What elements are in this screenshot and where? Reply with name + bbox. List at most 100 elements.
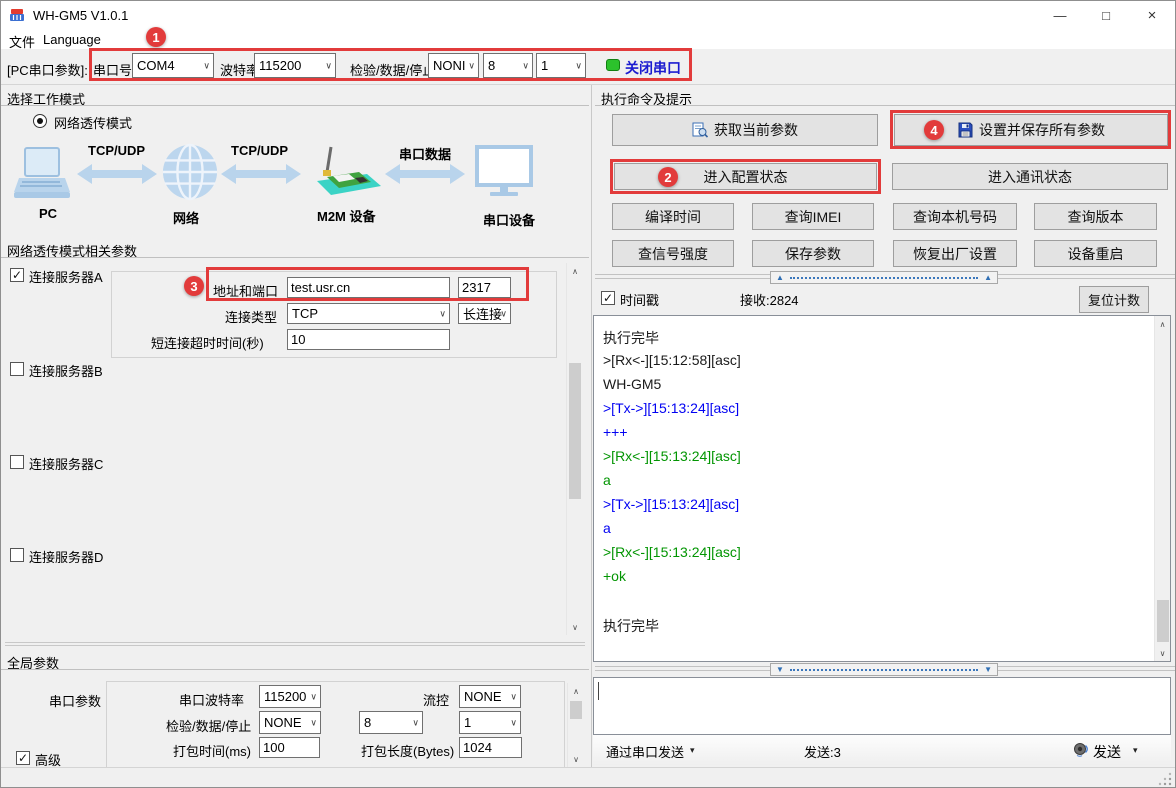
query-imei-button[interactable]: 查询IMEI bbox=[752, 203, 874, 230]
scroll-up-icon[interactable]: ∧ bbox=[568, 683, 584, 699]
send-input[interactable] bbox=[593, 677, 1171, 735]
title-bar: WH-GM5 V1.0.1 — □ × bbox=[1, 1, 1175, 29]
flow-select[interactable]: NONE ∨ bbox=[459, 685, 521, 708]
global-baud-value: 115200 bbox=[264, 689, 306, 704]
server-b-checkbox[interactable] bbox=[10, 362, 24, 376]
port-input[interactable]: 2317 bbox=[458, 277, 511, 298]
log-line: a bbox=[603, 472, 1150, 496]
chevron-down-icon[interactable]: ▾ bbox=[690, 745, 695, 756]
save-params-button[interactable]: 保存参数 bbox=[752, 240, 874, 267]
conn-mode-select[interactable]: 长连接 ∨ bbox=[458, 303, 511, 324]
compile-time-button[interactable]: 编译时间 bbox=[612, 203, 734, 230]
log-line: WH-GM5 bbox=[603, 376, 1150, 400]
log-line: >[Tx->][15:13:24][asc] bbox=[603, 496, 1150, 520]
conn-type-select[interactable]: TCP ∨ bbox=[287, 303, 450, 324]
baud-select[interactable]: 115200 ∨ bbox=[254, 53, 336, 78]
speaker-icon bbox=[1073, 741, 1089, 757]
global-databits-select[interactable]: 8 ∨ bbox=[359, 711, 423, 734]
close-button[interactable]: × bbox=[1129, 1, 1175, 29]
annotation-marker-4: 4 bbox=[924, 120, 944, 140]
set-save-all-label: 设置并保存所有参数 bbox=[979, 120, 1105, 140]
toolbar-group-label: [PC串口参数]: bbox=[7, 60, 88, 79]
log-line: +ok bbox=[603, 568, 1150, 592]
log-line: >[Rx<-][15:13:24][asc] bbox=[603, 448, 1150, 472]
resize-grip[interactable] bbox=[1158, 772, 1172, 786]
server-c-label: 连接服务器C bbox=[29, 454, 103, 473]
doc-search-icon bbox=[692, 122, 708, 138]
pack-len-input[interactable]: 1024 bbox=[459, 737, 522, 758]
stopbits-select[interactable]: 1 ∨ bbox=[536, 53, 586, 78]
global-stopbits-select[interactable]: 1 ∨ bbox=[459, 711, 521, 734]
chevron-down-icon: ∨ bbox=[439, 308, 446, 319]
node-label: PC bbox=[39, 206, 57, 221]
flow-label: 流控 bbox=[423, 690, 449, 709]
splitter-top-handle[interactable]: ▲ ▲ bbox=[770, 271, 998, 284]
server-d-label: 连接服务器D bbox=[29, 547, 103, 566]
factory-reset-button[interactable]: 恢复出厂设置 bbox=[893, 240, 1017, 267]
minimize-button[interactable]: — bbox=[1037, 1, 1083, 29]
query-number-button[interactable]: 查询本机号码 bbox=[893, 203, 1017, 230]
address-input[interactable]: test.usr.cn bbox=[287, 277, 450, 298]
scrollbar-thumb[interactable] bbox=[570, 701, 582, 719]
scroll-down-icon[interactable]: ∨ bbox=[567, 619, 583, 635]
log-scrollbar[interactable]: ∧ ∨ bbox=[1154, 316, 1170, 661]
get-params-button[interactable]: 获取当前参数 bbox=[612, 114, 878, 146]
scrollbar-thumb[interactable] bbox=[569, 363, 581, 499]
port-label: 串口号 bbox=[93, 60, 132, 79]
server-d-checkbox[interactable] bbox=[10, 548, 24, 562]
enter-comm-button[interactable]: 进入通讯状态 bbox=[892, 163, 1168, 190]
port-select[interactable]: COM4 ∨ bbox=[132, 53, 214, 78]
recv-count: 接收:2824 bbox=[740, 290, 799, 309]
pack-time-input[interactable]: 100 bbox=[259, 737, 320, 758]
global-scrollbar[interactable]: ∧ ∨ bbox=[567, 683, 584, 767]
transparent-mode-label: 网络透传模式 bbox=[54, 113, 132, 132]
scroll-up-icon[interactable]: ∧ bbox=[1155, 316, 1170, 332]
short-timeout-label: 短连接超时时间(秒) bbox=[151, 333, 264, 352]
advanced-checkbox[interactable]: ✓ bbox=[16, 751, 30, 765]
maximize-button[interactable]: □ bbox=[1083, 1, 1129, 29]
link-label: TCP/UDP bbox=[231, 143, 288, 158]
close-port-button[interactable]: 关闭串口 bbox=[625, 58, 681, 78]
chevron-down-icon: ∨ bbox=[522, 60, 529, 71]
node-label: M2M 设备 bbox=[317, 206, 376, 225]
log-output[interactable]: 执行完毕>[Rx<-][15:12:58][asc]WH-GM5>[Tx->][… bbox=[593, 315, 1171, 662]
timestamp-checkbox[interactable]: ✓ bbox=[601, 291, 615, 305]
enter-config-button[interactable]: 进入配置状态 bbox=[614, 163, 877, 190]
signal-strength-button[interactable]: 查信号强度 bbox=[612, 240, 734, 267]
status-bar bbox=[1, 767, 1175, 788]
log-line: a bbox=[603, 520, 1150, 544]
send-dropdown-arrow[interactable]: ▾ bbox=[1133, 745, 1138, 756]
query-version-button[interactable]: 查询版本 bbox=[1034, 203, 1157, 230]
global-baud-select[interactable]: 115200 ∨ bbox=[259, 685, 321, 708]
splitter-bottom-handle[interactable]: ▼ ▼ bbox=[770, 663, 998, 676]
device-restart-button[interactable]: 设备重启 bbox=[1034, 240, 1157, 267]
divider bbox=[1, 669, 589, 670]
scroll-down-icon[interactable]: ∨ bbox=[568, 751, 584, 767]
short-timeout-input[interactable]: 10 bbox=[287, 329, 450, 350]
global-parity-value: NONE bbox=[264, 715, 302, 730]
link-label: 串口数据 bbox=[399, 144, 451, 163]
reset-count-button[interactable]: 复位计数 bbox=[1079, 286, 1149, 313]
chevron-down-icon: ∨ bbox=[510, 691, 517, 702]
left-scrollbar[interactable]: ∧ ∨ bbox=[566, 263, 583, 635]
send-button[interactable]: 发送 bbox=[1093, 742, 1121, 762]
conn-type-value: TCP bbox=[292, 306, 318, 321]
server-c-checkbox[interactable] bbox=[10, 455, 24, 469]
global-parity-select[interactable]: NONE ∨ bbox=[259, 711, 321, 734]
scroll-up-icon[interactable]: ∧ bbox=[567, 263, 583, 279]
scroll-down-icon[interactable]: ∨ bbox=[1155, 645, 1170, 661]
transparent-mode-radio[interactable] bbox=[33, 114, 47, 128]
send-via-serial-dropdown[interactable]: 通过串口发送 bbox=[606, 742, 684, 761]
app-window: WH-GM5 V1.0.1 — □ × 文件 Language [PC串口参数]… bbox=[0, 0, 1176, 788]
horizontal-scrollbar[interactable] bbox=[5, 642, 585, 646]
triangle-down-icon: ▼ bbox=[776, 666, 784, 674]
server-a-checkbox[interactable]: ✓ bbox=[10, 268, 24, 282]
splitter-dots bbox=[790, 277, 978, 279]
databits-select[interactable]: 8 ∨ bbox=[483, 53, 533, 78]
conn-type-label: 连接类型 bbox=[225, 307, 277, 326]
log-line: 执行完毕 bbox=[603, 616, 1150, 640]
parity-select[interactable]: NONI ∨ bbox=[428, 53, 479, 78]
scrollbar-thumb[interactable] bbox=[1157, 600, 1169, 642]
link-label: TCP/UDP bbox=[88, 143, 145, 158]
menu-item-language[interactable]: Language bbox=[39, 31, 105, 48]
